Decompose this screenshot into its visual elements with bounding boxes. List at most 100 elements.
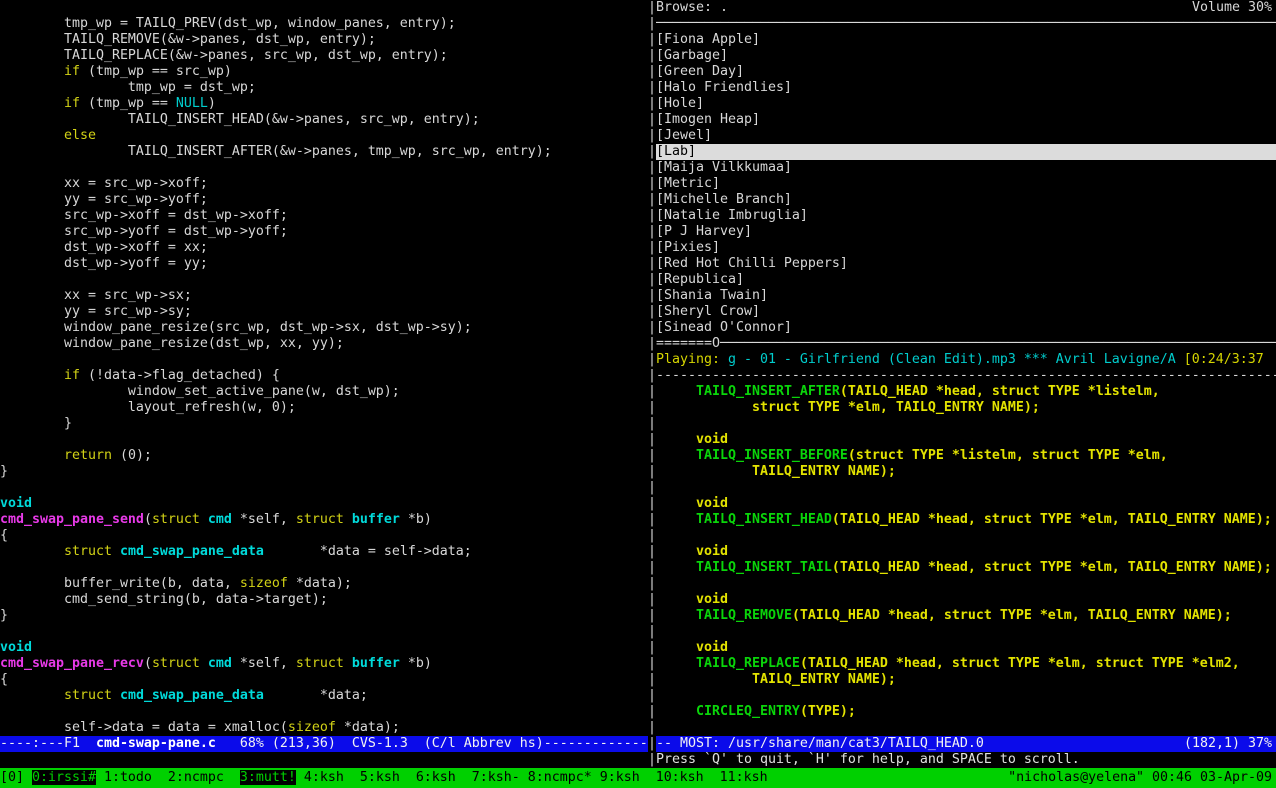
code-line: xx = src_wp->xoff; <box>0 176 648 192</box>
man-line: void <box>656 592 1276 608</box>
man-line: TAILQ_ENTRY NAME); <box>656 464 1276 480</box>
code-line: layout_refresh(w, 0); <box>0 400 648 416</box>
man-line: TAILQ_REPLACE(TAILQ_HEAD *head, struct T… <box>656 656 1276 672</box>
artist-list-item[interactable]: [Fiona Apple] <box>656 32 1276 48</box>
tmux-window-alert[interactable]: 0:irssi# <box>32 770 96 785</box>
code-line: if (!data->flag_detached) { <box>0 368 648 384</box>
artist-list-item[interactable]: [Sheryl Crow] <box>656 304 1276 320</box>
code-line: if (tmp_wp == NULL) <box>0 96 648 112</box>
artist-list-item[interactable]: [Natalie Imbruglia] <box>656 208 1276 224</box>
code-line <box>0 624 648 640</box>
code-line <box>0 160 648 176</box>
artist-list-item[interactable]: [Michelle Branch] <box>656 192 1276 208</box>
code-line: struct cmd_swap_pane_data *data = self->… <box>0 544 648 560</box>
code-line: void <box>0 640 648 656</box>
artist-list-item[interactable]: [Sinead O'Connor] <box>656 320 1276 336</box>
pane-border-vertical[interactable]: | | | | | | | | | | | | | | | | | | | | … <box>648 0 656 768</box>
artist-list-item[interactable]: [Maija Vilkkumaa] <box>656 160 1276 176</box>
code-line: else <box>0 128 648 144</box>
browse-label: Browse: . <box>656 0 728 16</box>
code-line: tmp_wp = dst_wp; <box>0 80 648 96</box>
code-line: { <box>0 672 648 688</box>
artist-list-item[interactable]: [Green Day] <box>656 64 1276 80</box>
code-line: TAILQ_INSERT_HEAD(&w->panes, src_wp, ent… <box>0 112 648 128</box>
code-line: src_wp->yoff = dst_wp->yoff; <box>0 224 648 240</box>
artist-list-item[interactable]: [Pixies] <box>656 240 1276 256</box>
most-file-path: -- MOST: /usr/share/man/cat3/TAILQ_HEAD.… <box>656 736 984 752</box>
man-line <box>656 624 1276 640</box>
man-line: TAILQ_INSERT_HEAD(TAILQ_HEAD *head, stru… <box>656 512 1276 528</box>
volume-label: Volume 30% <box>1192 0 1272 16</box>
editor-modeline-text: ----:---F1 cmd-swap-pane.c 68% (213,36) … <box>0 736 648 752</box>
man-line: TAILQ_REMOVE(TAILQ_HEAD *head, struct TY… <box>656 608 1276 624</box>
man-pager-pane[interactable]: TAILQ_INSERT_AFTER(TAILQ_HEAD *head, str… <box>656 384 1276 736</box>
code-line: window_pane_resize(dst_wp, xx, yy); <box>0 336 648 352</box>
code-line <box>0 560 648 576</box>
code-line: TAILQ_REMOVE(&w->panes, dst_wp, entry); <box>0 32 648 48</box>
man-line: void <box>656 432 1276 448</box>
man-line: TAILQ_ENTRY NAME); <box>656 672 1276 688</box>
man-line <box>656 576 1276 592</box>
artist-list-item[interactable]: [Jewel] <box>656 128 1276 144</box>
code-line: void <box>0 496 648 512</box>
editor-pane[interactable]: tmp_wp = TAILQ_PREV(dst_wp, window_panes… <box>0 0 648 736</box>
man-line <box>656 528 1276 544</box>
tmux-status-right: "nicholas@yelena" 00:46 03-Apr-09 <box>1008 768 1272 788</box>
now-playing: Playing: g - 01 - Girlfriend (Clean Edit… <box>656 352 1276 368</box>
man-line: TAILQ_INSERT_BEFORE(struct TYPE *listelm… <box>656 448 1276 464</box>
code-line: dst_wp->yoff = yy; <box>0 256 648 272</box>
tmux-window-alert[interactable]: 3:mutt! <box>240 770 296 785</box>
ncmpc-header-rule: ────────────────────────────────────────… <box>656 16 1276 32</box>
code-line: yy = src_wp->sy; <box>0 304 648 320</box>
most-status-bar: -- MOST: /usr/share/man/cat3/TAILQ_HEAD.… <box>656 736 1276 752</box>
code-line: cmd_send_string(b, data->target); <box>0 592 648 608</box>
man-line: void <box>656 544 1276 560</box>
code-line <box>0 432 648 448</box>
code-line: } <box>0 464 648 480</box>
code-line: xx = src_wp->sx; <box>0 288 648 304</box>
pane-border-horizontal[interactable]: ----------------------------------------… <box>656 368 1276 384</box>
progress-bar[interactable]: =======O────────────────────────────────… <box>656 336 1276 352</box>
man-line <box>656 688 1276 704</box>
code-line: if (tmp_wp == src_wp) <box>0 64 648 80</box>
code-line <box>0 352 648 368</box>
code-line <box>0 480 648 496</box>
code-line: self->data = data = xmalloc(sizeof *data… <box>0 720 648 736</box>
pager-help-line: Press `Q' to quit, `H' for help, and SPA… <box>656 752 1276 768</box>
artist-list-item[interactable]: [Republica] <box>656 272 1276 288</box>
artist-list-item[interactable]: [Halo Friendlies] <box>656 80 1276 96</box>
tmux-window-entry[interactable]: 1:todo 2:ncmpc <box>96 770 240 785</box>
man-line: TAILQ_INSERT_TAIL(TAILQ_HEAD *head, stru… <box>656 560 1276 576</box>
man-line: CIRCLEQ_ENTRY(TYPE); <box>656 704 1276 720</box>
artist-list-item[interactable]: [Imogen Heap] <box>656 112 1276 128</box>
artist-list-item-selected[interactable]: [Lab] <box>656 144 1276 160</box>
artist-list-item[interactable]: [Red Hot Chilli Peppers] <box>656 256 1276 272</box>
code-line: struct cmd_swap_pane_data *data; <box>0 688 648 704</box>
tmux-window-list: [0] 0:irssi# 1:todo 2:ncmpc 3:mutt! 4:ks… <box>0 768 768 788</box>
code-line: window_pane_resize(src_wp, dst_wp->sx, d… <box>0 320 648 336</box>
code-line: { <box>0 528 648 544</box>
most-position: (182,1) 37% <box>1184 736 1272 752</box>
code-line: tmp_wp = TAILQ_PREV(dst_wp, window_panes… <box>0 16 648 32</box>
code-line: window_set_active_pane(w, dst_wp); <box>0 384 648 400</box>
editor-modeline: ----:---F1 cmd-swap-pane.c 68% (213,36) … <box>0 736 648 752</box>
ncmpc-header: Browse: . Volume 30% <box>656 0 1276 16</box>
editor-echo-area <box>0 752 648 768</box>
code-line: dst_wp->xoff = xx; <box>0 240 648 256</box>
code-line: cmd_swap_pane_send(struct cmd *self, str… <box>0 512 648 528</box>
artist-list-item[interactable]: [Garbage] <box>656 48 1276 64</box>
ncmpc-pane[interactable]: Browse: . Volume 30% ───────────────────… <box>656 0 1276 368</box>
man-line: void <box>656 496 1276 512</box>
tmux-window-entry[interactable]: [0] <box>0 770 32 785</box>
artist-list-item[interactable]: [Hole] <box>656 96 1276 112</box>
artist-list-item[interactable]: [Shania Twain] <box>656 288 1276 304</box>
tmux-window-entry[interactable]: 4:ksh 5:ksh 6:ksh 7:ksh- 8:ncmpc* 9:ksh … <box>296 770 768 785</box>
code-line: } <box>0 416 648 432</box>
artist-list-item[interactable]: [Metric] <box>656 176 1276 192</box>
artist-list-item[interactable]: [P J Harvey] <box>656 224 1276 240</box>
code-line <box>0 704 648 720</box>
man-line: void <box>656 640 1276 656</box>
code-line: TAILQ_INSERT_AFTER(&w->panes, tmp_wp, sr… <box>0 144 648 160</box>
code-line: return (0); <box>0 448 648 464</box>
man-line <box>656 416 1276 432</box>
